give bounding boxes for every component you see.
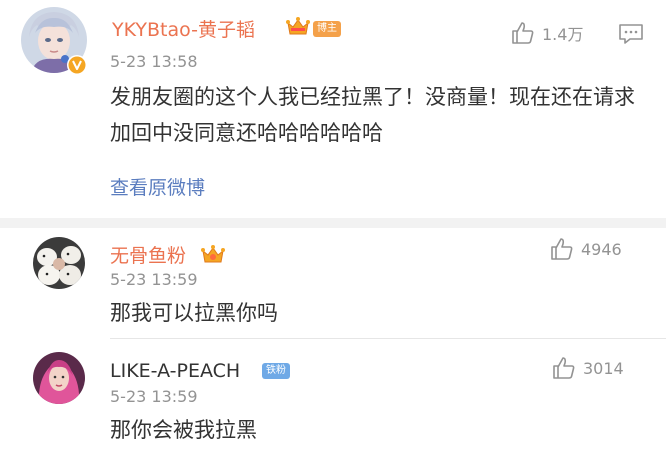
reply-content: 那我可以拉黑你吗: [110, 301, 278, 325]
avatar[interactable]: [33, 352, 85, 404]
comment-icon: [619, 24, 643, 44]
verified-icon: [66, 54, 88, 76]
like-button[interactable]: 3014: [551, 355, 624, 381]
thumbs-up-icon: [551, 238, 573, 260]
fan-crown-icon: [200, 243, 226, 267]
reply-username[interactable]: LIKE-A-PEACH: [110, 360, 240, 382]
avatar[interactable]: [33, 237, 85, 289]
thumbs-up-icon: [553, 357, 575, 379]
comment-timestamp: 5-23 13:58: [110, 52, 198, 71]
iron-fan-tag: 铁粉: [262, 363, 290, 379]
reply-content: 那你会被我拉黑: [110, 418, 257, 442]
thumbs-up-icon: [512, 22, 534, 44]
reply-timestamp: 5-23 13:59: [110, 270, 198, 289]
main-comment: YKYBtao-黄子韬 博主 5-23 13:58 1.4万 发朋友圈的这个人我…: [0, 0, 666, 218]
reply-divider: [110, 338, 666, 339]
section-divider: [0, 218, 666, 228]
like-count: 1.4万: [542, 25, 584, 44]
view-original-link[interactable]: 查看原微博: [110, 173, 205, 200]
like-count: 3014: [583, 358, 624, 378]
reply-button[interactable]: [618, 23, 644, 49]
like-count: 4946: [581, 239, 622, 259]
comment-username[interactable]: YKYBtao-黄子韬: [112, 15, 255, 42]
like-button[interactable]: 4946: [549, 236, 622, 262]
comment-content: 发朋友圈的这个人我已经拉黑了！没商量！现在还在请求加回中没同意还哈哈哈哈哈哈: [110, 85, 635, 145]
reply-username[interactable]: 无骨鱼粉: [110, 241, 186, 268]
reply-timestamp: 5-23 13:59: [110, 387, 198, 406]
blogger-tag: 博主: [313, 21, 341, 37]
like-button[interactable]: 1.4万: [510, 20, 583, 46]
crown-icon: [285, 16, 311, 38]
